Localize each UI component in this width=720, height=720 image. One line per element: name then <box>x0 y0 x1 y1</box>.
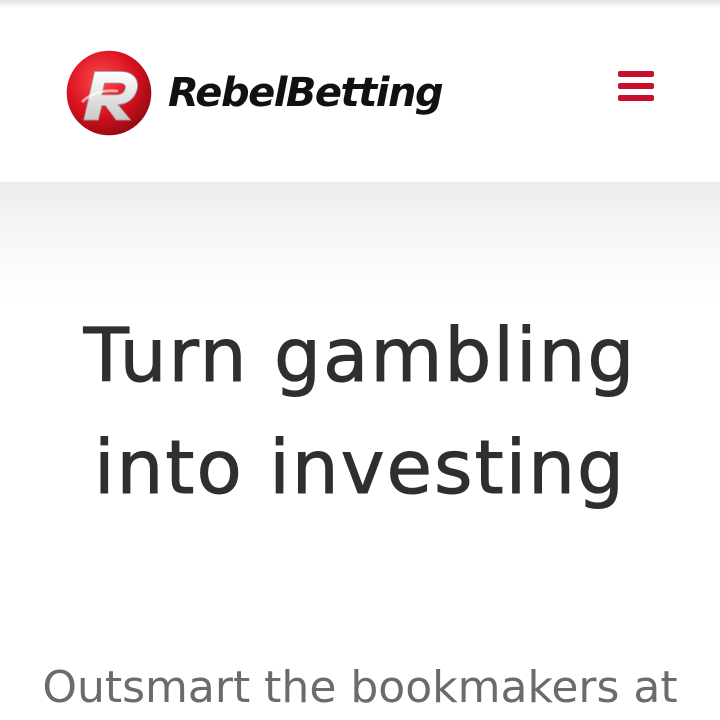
brand-name: RebelBetting <box>168 70 444 116</box>
page: RebelBetting Turn gambling into investin… <box>0 0 720 720</box>
hero-title: Turn gambling into investing <box>83 313 637 512</box>
hamburger-menu-icon <box>618 71 654 101</box>
hamburger-menu-button[interactable] <box>614 66 658 106</box>
site-header: RebelBetting <box>0 0 720 182</box>
hero-subtitle: Outsmart the bookmakers at <box>42 662 678 713</box>
rebelbetting-logo-icon <box>66 50 152 136</box>
brand-logo[interactable]: RebelBetting <box>64 48 444 138</box>
header-shadow <box>0 182 720 302</box>
status-shadow <box>0 0 720 8</box>
hero-section: Turn gambling into investing <box>0 300 720 524</box>
